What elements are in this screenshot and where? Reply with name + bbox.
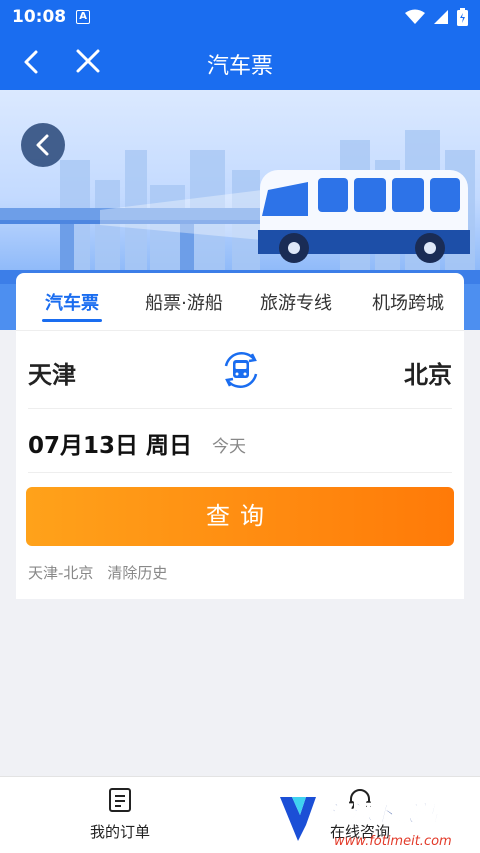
swap-cities-button[interactable] (218, 347, 264, 393)
signal-icon (434, 10, 448, 24)
notification-a-icon: A (76, 10, 91, 24)
nav-bar: 汽车票 (0, 34, 480, 90)
bottom-tab-orders[interactable]: 我的订单 (50, 787, 190, 842)
departure-city[interactable]: 天津 (28, 355, 76, 390)
tab-airport-intercity[interactable]: 机场跨城 (352, 273, 464, 330)
date-selector[interactable]: 07月13日 周日 今天 (28, 409, 452, 473)
tab-bus-ticket[interactable]: 汽车票 (16, 273, 128, 330)
page-title: 汽车票 (206, 54, 273, 79)
route-row: 天津 北京 (28, 331, 452, 409)
bottom-tab-consult-label: 在线咨询 (329, 823, 390, 841)
banner-back-button[interactable] (21, 123, 65, 167)
bottom-tab-orders-label: 我的订单 (89, 823, 150, 841)
bottom-tab-consult[interactable]: 在线咨询 (290, 787, 430, 842)
booking-card: 汽车票 船票·游船 旅游专线 机场跨城 天津 北京 07月13日 周日 今天 查… (16, 273, 464, 599)
ticket-type-tabs: 汽车票 船票·游船 旅游专线 机场跨城 (16, 273, 464, 331)
chevron-left-icon (36, 134, 49, 156)
date-hint: 今天 (212, 437, 246, 457)
headset-icon (349, 789, 371, 809)
arrival-city[interactable]: 北京 (404, 355, 452, 390)
tab-tour-line[interactable]: 旅游专线 (240, 273, 352, 330)
status-icons (405, 8, 468, 26)
history-item[interactable]: 天津-北京 (28, 562, 93, 583)
bottom-nav: 我的订单 在线咨询 (0, 776, 480, 853)
wifi-icon (405, 9, 425, 24)
clear-history-button[interactable]: 清除历史 (107, 562, 167, 583)
battery-icon (457, 8, 468, 26)
status-time: 10:08 (12, 7, 67, 27)
search-button[interactable]: 查询 (26, 487, 454, 546)
search-history: 天津-北京 清除历史 (28, 562, 167, 583)
tab-ferry[interactable]: 船票·游船 (128, 273, 240, 330)
order-list-icon (109, 788, 131, 812)
departure-date: 07月13日 周日 (28, 433, 193, 459)
status-bar: 10:08 A (0, 0, 480, 34)
